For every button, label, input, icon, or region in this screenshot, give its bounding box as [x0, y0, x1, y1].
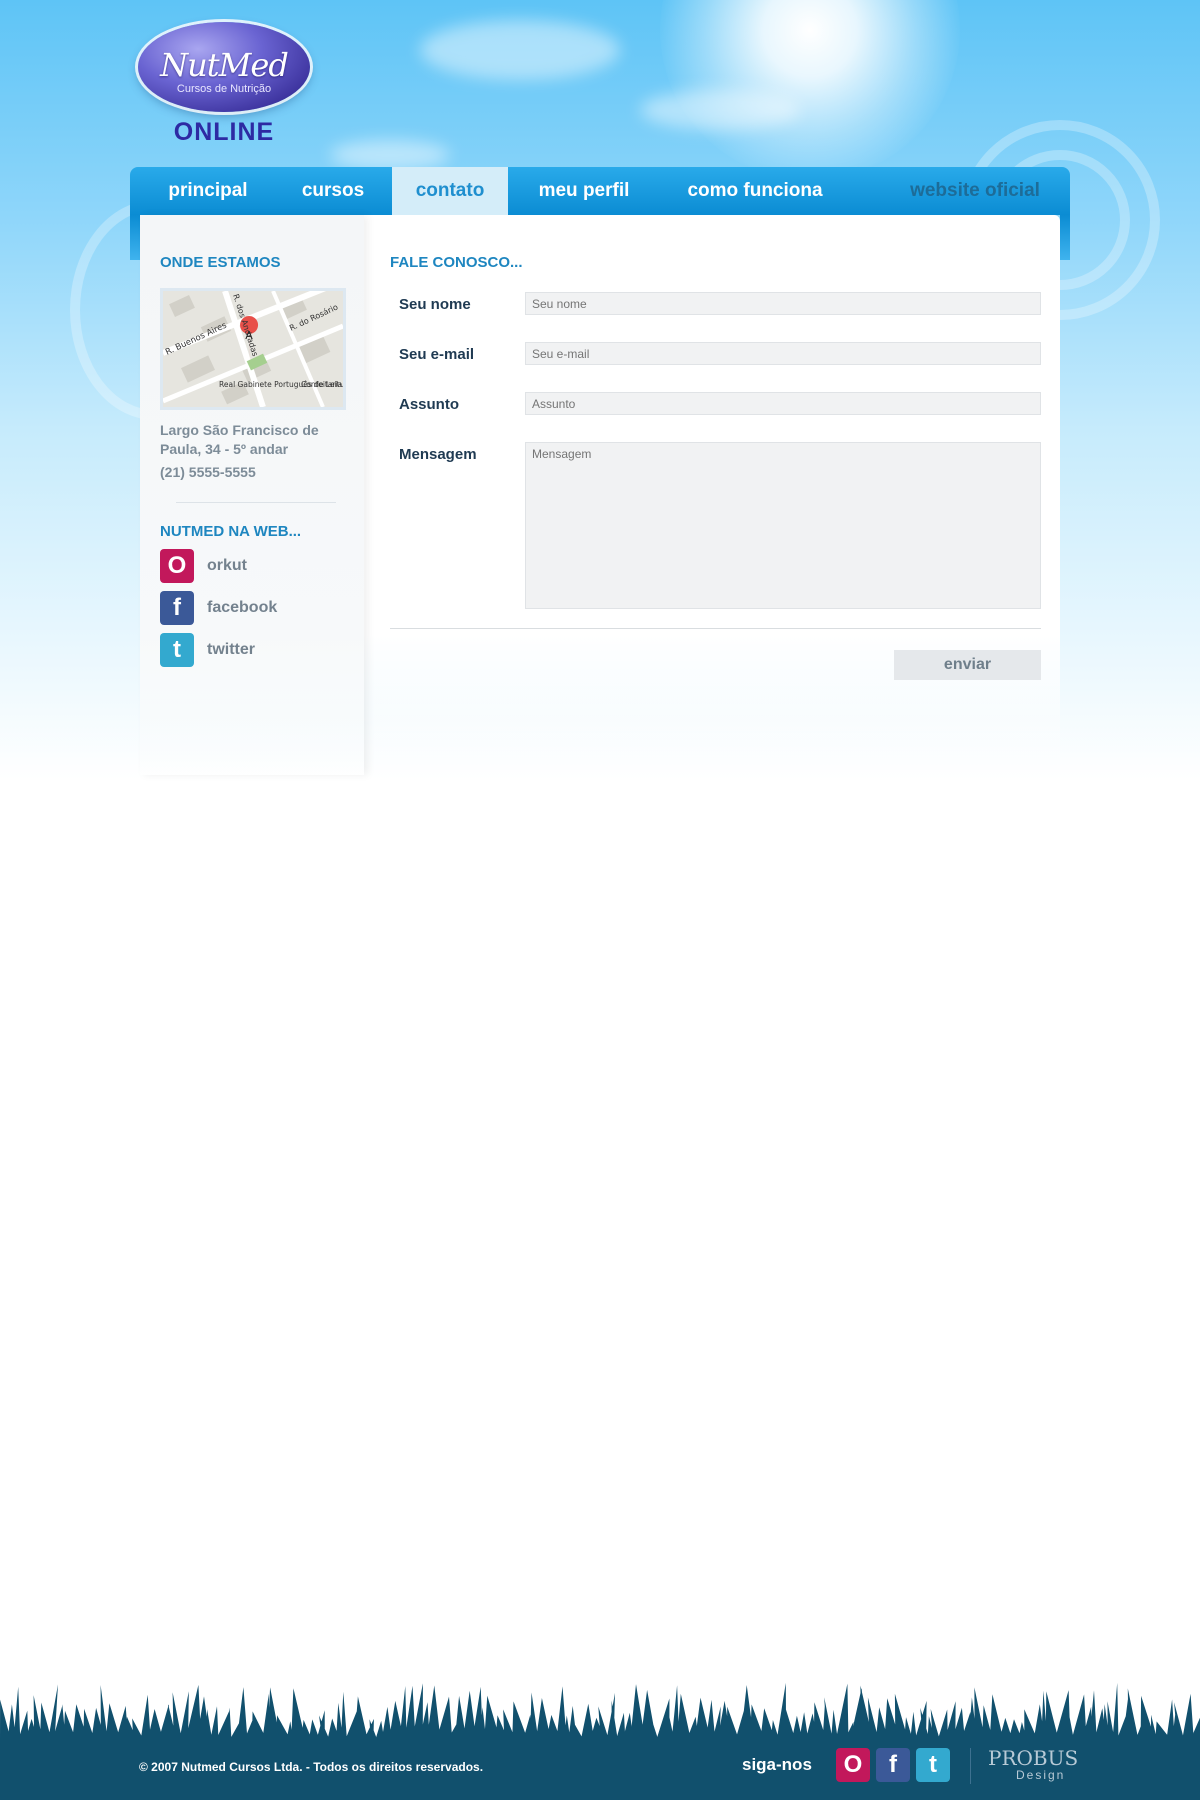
facebook-label: facebook — [207, 599, 278, 616]
location-map[interactable]: A R. Buenos Aires R. dos Andradas R. do … — [160, 288, 346, 410]
nav-side-right — [1060, 215, 1070, 260]
message-label: Mensagem — [399, 446, 477, 463]
cloud — [330, 140, 450, 170]
orkut-label: orkut — [207, 557, 247, 574]
designer-sub: Design — [1016, 1768, 1066, 1782]
message-field[interactable] — [525, 442, 1041, 609]
nav-item-website-oficial[interactable]: website oficial — [890, 167, 1060, 215]
copyright: © 2007 Nutmed Cursos Ltda. - Todos os di… — [139, 1760, 484, 1774]
map-image: A R. Buenos Aires R. dos Andradas R. do … — [163, 291, 343, 407]
location-heading: ONDE ESTAMOS — [160, 254, 281, 271]
cloud — [420, 20, 620, 80]
subject-field[interactable] — [525, 392, 1041, 415]
orkut-icon: O — [160, 549, 194, 583]
sidebar: ONDE ESTAMOS A R. Buenos Aires R. dos An… — [140, 215, 364, 775]
name-field[interactable] — [525, 292, 1041, 315]
nav-item-cursos[interactable]: cursos — [278, 167, 388, 215]
logo[interactable]: NutMed Cursos de Nutrição ONLINE — [136, 20, 316, 150]
email-label: Seu e-mail — [399, 346, 475, 363]
sidebar-link-facebook[interactable]: f facebook — [160, 591, 320, 627]
follow-label: siga-nos — [742, 1755, 812, 1774]
nav-item-contato[interactable]: contato — [392, 167, 508, 215]
logo-name: NutMed — [160, 46, 289, 84]
phone: (21) 5555-5555 — [160, 464, 256, 480]
address: Largo São Francisco de Paula, 34 - 5º an… — [160, 422, 319, 457]
web-heading: NUTMED NA WEB... — [160, 523, 302, 540]
logo-tagline: ONLINE — [173, 118, 275, 146]
footer-separator — [970, 1748, 971, 1784]
submit-button[interactable]: enviar — [894, 650, 1041, 680]
email-field[interactable] — [525, 342, 1041, 365]
facebook-icon: f — [160, 591, 194, 625]
form-divider — [390, 628, 1041, 629]
nav-side-left — [130, 215, 140, 260]
twitter-icon: t — [160, 633, 194, 667]
content-panel: ONDE ESTAMOS A R. Buenos Aires R. dos An… — [140, 215, 1060, 775]
svg-text:Confeitaria Colombo: Confeitaria Colombo — [301, 380, 343, 389]
nav-item-principal[interactable]: principal — [138, 167, 278, 215]
footer-twitter-icon[interactable]: t — [916, 1748, 950, 1782]
footer-orkut-icon[interactable]: O — [836, 1748, 870, 1782]
nav-item-como-funciona[interactable]: como funciona — [660, 167, 850, 215]
designer-logo[interactable]: PROBUS — [988, 1748, 1078, 1768]
logo-subtitle: Cursos de Nutrição — [176, 83, 272, 95]
sidebar-link-orkut[interactable]: O orkut — [160, 549, 320, 585]
sidebar-link-twitter[interactable]: t twitter — [160, 633, 320, 669]
main-nav: principal cursos contato meu perfil como… — [130, 167, 1070, 215]
sidebar-divider — [176, 502, 336, 503]
subject-label: Assunto — [399, 396, 459, 413]
grass-decoration — [0, 1682, 1200, 1740]
name-label: Seu nome — [399, 296, 471, 313]
nav-item-meu-perfil[interactable]: meu perfil — [508, 167, 660, 215]
footer-facebook-icon[interactable]: f — [876, 1748, 910, 1782]
twitter-label: twitter — [207, 641, 255, 658]
form-title: FALE CONOSCO... — [390, 254, 523, 271]
cloud — [640, 90, 800, 130]
